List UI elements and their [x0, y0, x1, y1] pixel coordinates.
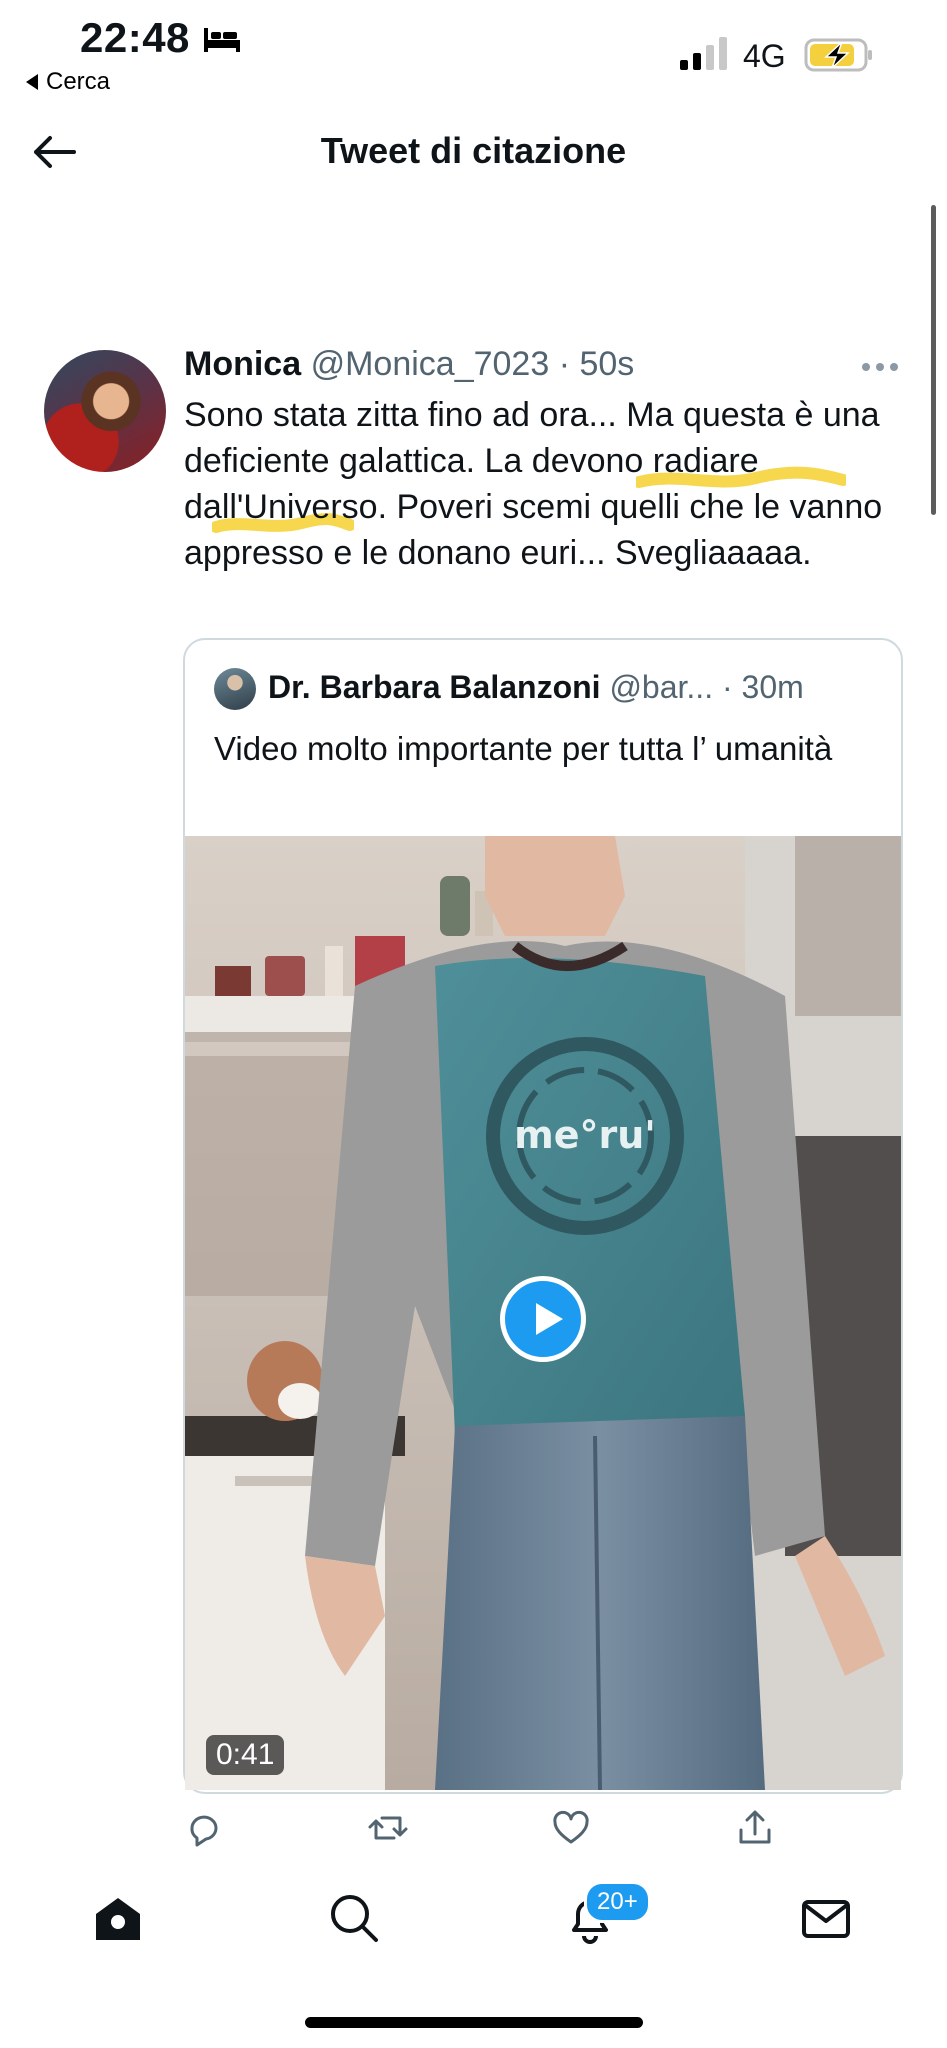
reply-icon[interactable]	[184, 1808, 224, 1848]
quoted-tweet-text: Video molto importante per tutta l’ uman…	[214, 730, 833, 767]
retweet-icon[interactable]	[368, 1808, 408, 1848]
author-handle[interactable]: @Monica_7023	[311, 345, 550, 383]
home-indicator[interactable]	[305, 2017, 643, 2028]
battery-charging-icon	[804, 38, 872, 72]
separator-dot: ·	[721, 669, 733, 705]
video-duration: 0:41	[206, 1735, 285, 1775]
back-to-app-link[interactable]: Cerca	[26, 68, 110, 96]
quoted-author-handle[interactable]: @bar...	[609, 669, 713, 705]
network-type: 4G	[743, 38, 786, 74]
separator-dot: ·	[558, 345, 571, 383]
home-icon[interactable]	[90, 1890, 146, 1946]
play-icon	[536, 1303, 563, 1335]
shirt-logo-text: me°ru'	[514, 1113, 656, 1157]
status-time: 22:48	[80, 14, 190, 61]
signal-icon	[680, 37, 727, 70]
notifications-badge: 20+	[584, 1881, 651, 1923]
messages-icon[interactable]	[798, 1890, 854, 1946]
quoted-author-avatar[interactable]	[214, 668, 256, 710]
bed-icon	[204, 28, 240, 52]
like-icon[interactable]	[551, 1808, 591, 1848]
quoted-author-line: Dr. Barbara Balanzoni @bar... · 30m	[268, 669, 804, 706]
tweet-text: Sono stata zitta fino ad ora... Ma quest…	[184, 396, 883, 572]
author-name[interactable]: Monica	[184, 345, 301, 383]
back-triangle-icon	[26, 74, 38, 90]
search-icon[interactable]	[326, 1890, 382, 1946]
page-title: Tweet di citazione	[320, 130, 627, 171]
tweet-time: 50s	[579, 345, 635, 383]
scrollbar[interactable]	[931, 205, 936, 515]
tweet-author-line: Monica @Monica_7023 · 50s	[184, 345, 634, 384]
quoted-author-name[interactable]: Dr. Barbara Balanzoni	[268, 669, 601, 705]
share-icon[interactable]	[735, 1808, 775, 1848]
quoted-tweet-time: 30m	[741, 669, 804, 705]
back-app-label: Cerca	[46, 68, 111, 95]
more-options-icon[interactable]	[860, 355, 900, 379]
avatar[interactable]	[44, 350, 166, 472]
play-button[interactable]	[500, 1276, 586, 1362]
